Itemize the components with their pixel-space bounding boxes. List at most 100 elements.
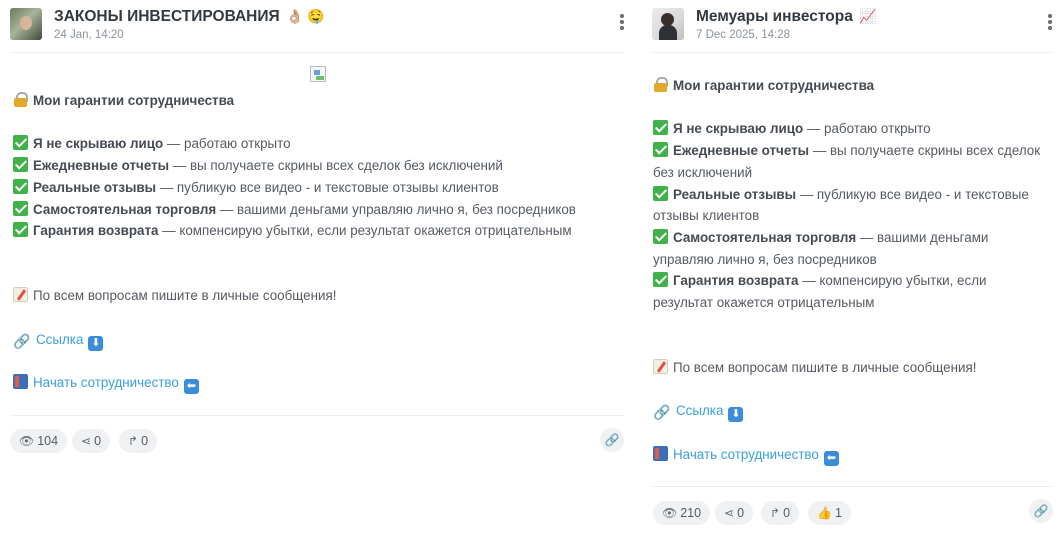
item-bold: Я не скрываю лицо — [33, 136, 164, 152]
shares-counter[interactable]: ⋖ 0 — [715, 501, 754, 525]
list-item: Я не скрываю лицо — работаю открыто — [653, 118, 1045, 140]
header-divider — [652, 52, 1052, 53]
share-icon: ⋖ — [724, 506, 735, 520]
title-emoji: 👌🏼 🤤 — [285, 8, 325, 24]
check-icon — [653, 228, 668, 244]
contact-text: По всем вопросам пишите в личные сообщен… — [673, 360, 977, 376]
shares-count: 0 — [737, 506, 745, 520]
item-text: — вашими деньгами управляю лично я, без … — [216, 201, 576, 217]
post-date: 7 Dec 2025, 14:28 — [696, 29, 790, 41]
footer-divider — [10, 415, 624, 416]
forward-icon: ↱ — [128, 434, 139, 448]
arrow-left-icon: ⬅ — [183, 379, 199, 395]
copy-link-button[interactable]: 🔗 — [1029, 499, 1053, 523]
header-divider — [10, 52, 624, 53]
start-cooperation-link[interactable]: Начать сотрудничество — [33, 375, 179, 390]
heading-line: Мои гарантии сотрудничества — [13, 90, 625, 112]
start-line: Начать сотрудничество ⬅ — [13, 372, 625, 395]
check-icon — [13, 135, 28, 151]
item-bold: Реальные отзывы — [673, 186, 797, 202]
item-text: — публикую все видео - и текстовые отзыв… — [156, 179, 499, 195]
book-icon — [653, 446, 668, 462]
check-icon — [13, 178, 28, 194]
list-item: Гарантия возврата — компенсирую убытки, … — [653, 270, 1045, 313]
shares-count: 0 — [94, 434, 102, 448]
channel-avatar[interactable] — [652, 8, 684, 40]
heading-line: Мои гарантии сотрудничества — [653, 75, 1045, 97]
eye-icon: 👁 — [662, 506, 678, 520]
arrow-left-icon: ⬅ — [823, 451, 839, 467]
list-item: Реальные отзывы — публикую все видео - и… — [13, 177, 625, 199]
forwards-count: 0 — [141, 434, 149, 448]
kebab-menu-icon[interactable] — [1045, 14, 1055, 34]
channel-title-text: Мемуары инвестора — [696, 8, 853, 25]
post-body: Мои гарантии сотрудничества Я не скрываю… — [13, 90, 625, 395]
title-emoji: 📈 — [859, 8, 877, 24]
channel-avatar[interactable] — [10, 8, 42, 40]
link-icon: 🔗 — [653, 404, 671, 421]
memo-icon — [13, 287, 28, 303]
forward-icon: ↱ — [770, 506, 781, 520]
forwards-counter[interactable]: ↱ 0 — [761, 501, 800, 525]
item-bold: Гарантия возврата — [673, 273, 799, 289]
link-anchor[interactable]: Ссылка — [676, 403, 723, 418]
start-line: Начать сотрудничество ⬅ — [653, 444, 1045, 467]
memo-icon — [653, 359, 668, 375]
item-bold: Самостоятельная торговля — [33, 201, 217, 217]
forwards-count: 0 — [783, 506, 791, 520]
item-bold: Реальные отзывы — [33, 179, 157, 195]
start-cooperation-link[interactable]: Начать сотрудничество — [673, 447, 819, 462]
shares-counter[interactable]: ⋖ 0 — [72, 429, 111, 453]
share-icon: ⋖ — [81, 434, 92, 448]
kebab-menu-icon[interactable] — [617, 14, 627, 34]
item-text: — работаю открыто — [163, 136, 291, 152]
list-item: Самостоятельная торговля — вашими деньга… — [653, 227, 1045, 270]
list-item: Ежедневные отчеты — вы получаете скрины … — [13, 155, 625, 177]
list-item: Ежедневные отчеты — вы получаете скрины … — [653, 140, 1045, 183]
thumbs-up-icon: 👍 — [817, 506, 832, 520]
link-line: 🔗 Ссылка ⬇ — [653, 400, 1045, 423]
channel-title-text: ЗАКОНЫ ИНВЕСТИРОВАНИЯ — [54, 8, 280, 25]
contact-line: По всем вопросам пишите в личные сообщен… — [653, 357, 1045, 379]
views-counter[interactable]: 👁 210 — [653, 501, 711, 525]
check-icon — [13, 200, 28, 216]
post-date: 24 Jan, 14:20 — [54, 29, 124, 41]
arrow-down-icon: ⬇ — [88, 335, 104, 351]
list-item: Я не скрываю лицо — работаю открыто — [13, 133, 625, 155]
link-icon: 🔗 — [604, 433, 620, 447]
copy-link-button[interactable]: 🔗 — [600, 428, 624, 452]
link-line: 🔗 Ссылка ⬇ — [13, 329, 625, 351]
item-bold: Ежедневные отчеты — [33, 158, 170, 174]
reactions-count: 1 — [834, 506, 842, 520]
contact-text: По всем вопросам пишите в личные сообщен… — [33, 288, 337, 304]
item-text: — вы получаете скрины всех сделок без ис… — [169, 158, 503, 174]
check-icon — [653, 120, 668, 136]
views-counter[interactable]: 👁 104 — [10, 429, 68, 453]
post-heading: Мои гарантии сотрудничества — [673, 78, 875, 93]
contact-line: По всем вопросам пишите в личные сообщен… — [13, 285, 625, 307]
check-icon — [13, 157, 28, 173]
item-bold: Гарантия возврата — [33, 223, 159, 239]
arrow-down-icon: ⬇ — [728, 407, 744, 423]
channel-title[interactable]: Мемуары инвестора 📈 — [696, 8, 877, 26]
check-icon — [653, 142, 668, 158]
link-icon: 🔗 — [1033, 504, 1049, 518]
item-text: — работаю открыто — [803, 121, 931, 137]
book-icon — [13, 374, 28, 390]
reactions-counter[interactable]: 👍 1 — [808, 501, 851, 525]
link-anchor[interactable]: Ссылка — [36, 332, 83, 347]
channel-title[interactable]: ЗАКОНЫ ИНВЕСТИРОВАНИЯ 👌🏼 🤤 — [54, 8, 325, 26]
views-count: 104 — [37, 434, 59, 448]
list-item: Реальные отзывы — публикую все видео - и… — [653, 184, 1045, 227]
post-body: Мои гарантии сотрудничества Я не скрываю… — [653, 75, 1045, 467]
item-bold: Ежедневные отчеты — [673, 143, 810, 159]
check-icon — [653, 185, 668, 201]
forwards-counter[interactable]: ↱ 0 — [119, 429, 158, 453]
list-item: Самостоятельная торговля — вашими деньга… — [13, 199, 625, 221]
list-item: Гарантия возврата — компенсирую убытки, … — [13, 220, 625, 242]
check-icon — [653, 272, 668, 288]
link-icon: 🔗 — [13, 332, 31, 349]
footer-divider — [652, 486, 1052, 487]
item-text: — компенсирую убытки, если результат ока… — [158, 223, 572, 239]
lock-icon — [13, 92, 28, 107]
